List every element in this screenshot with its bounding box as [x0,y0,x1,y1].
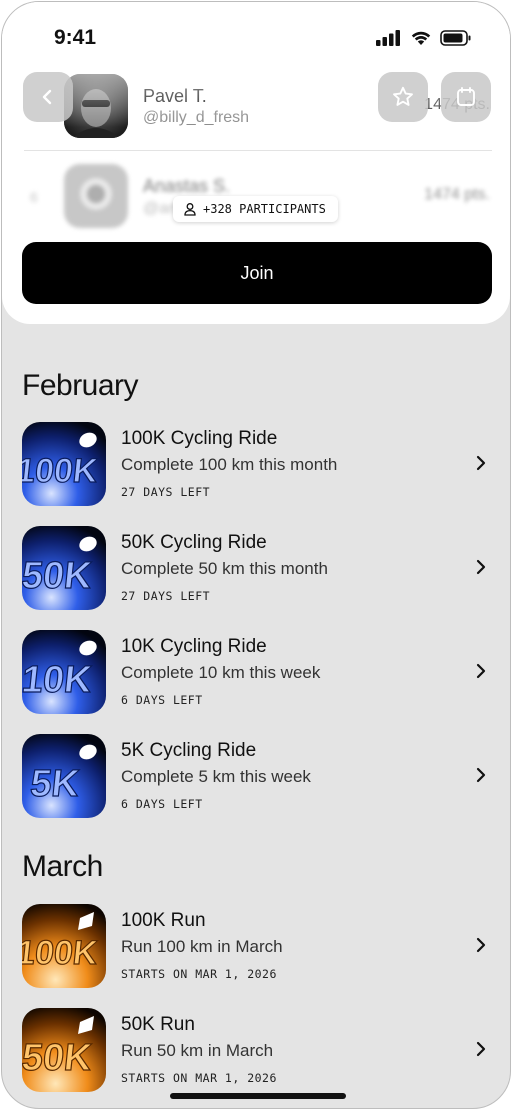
challenge-subtitle: Run 50 km in March [121,1041,274,1060]
challenge-title: 100K Cycling Ride [121,428,278,449]
status-bar: 9:41 [2,26,510,54]
challenge-meta: 6 DAYS LEFT [121,693,203,707]
participant-points: 1474 pts. [424,186,490,203]
challenge-item[interactable]: 100K 100K Cycling Ride Complete 100 km t… [2,422,510,510]
challenge-title: 50K Cycling Ride [121,532,267,553]
status-icons [376,30,472,46]
challenge-meta: STARTS ON MAR 1, 2026 [121,967,277,981]
chevron-right-icon [476,663,486,679]
challenge-item[interactable]: 10K 10K Cycling Ride Complete 10 km this… [2,630,510,718]
chevron-left-icon [42,89,52,105]
chevron-right-icon [476,937,486,953]
challenge-meta: 27 DAYS LEFT [121,589,211,603]
challenge-item[interactable]: 5K 5K Cycling Ride Complete 5 km this we… [2,734,510,822]
challenge-item[interactable]: 50K 50K Cycling Ride Complete 50 km this… [2,526,510,614]
participant-rank: 6 [30,189,38,205]
challenge-title: 5K Cycling Ride [121,740,257,761]
favorite-button[interactable] [378,72,428,122]
challenge-title: 100K Run [121,910,206,931]
challenge-subtitle: Complete 50 km this month [121,559,328,578]
battery-icon [440,30,471,46]
challenge-item[interactable]: 100K 100K Run Run 100 km in March STARTS… [2,904,510,992]
chevron-right-icon [476,767,486,783]
badge-text: 10K [22,659,94,701]
participant-name: Pavel T. [143,86,207,106]
participants-chip[interactable]: +328 PARTICIPANTS [173,196,338,222]
user-icon [184,203,196,216]
section-title: March [22,850,103,883]
badge-text: 50K [22,1037,94,1079]
challenge-meta: STARTS ON MAR 1, 2026 [121,1071,277,1085]
leaderboard-card: Pavel T. @billy_d_fresh 1474 pts. 6 Anas… [2,2,510,324]
challenge-subtitle: Complete 100 km this month [121,455,338,474]
participants-label: +328 PARTICIPANTS [203,202,326,216]
challenge-subtitle: Complete 5 km this week [121,767,311,786]
challenge-subtitle: Complete 10 km this week [121,663,321,682]
challenge-title: 50K Run [121,1014,195,1035]
badge-text: 5K [28,763,81,805]
challenge-badge: 100K [22,904,106,988]
challenge-title: 10K Cycling Ride [121,636,267,657]
join-button[interactable]: Join [22,242,492,304]
badge-text: 50K [22,555,94,597]
back-button[interactable] [23,72,73,122]
leaderboard-row[interactable]: Pavel T. @billy_d_fresh 1474 pts. [2,72,510,142]
participant-name: Anastas S. [143,176,231,196]
challenge-badge: 100K [22,422,106,506]
challenge-meta: 6 DAYS LEFT [121,797,203,811]
divider [24,150,492,151]
section-title: February [22,369,139,402]
chevron-right-icon [476,455,486,471]
challenge-subtitle: Run 100 km in March [121,937,283,956]
calendar-icon [457,87,475,106]
challenge-badge: 50K [22,1008,106,1092]
challenge-meta: 27 DAYS LEFT [121,485,211,499]
badge-text: 100K [22,452,100,490]
status-time: 9:41 [54,26,97,49]
badge-text: 100K [22,934,100,972]
home-indicator[interactable] [170,1093,346,1099]
phone-screen: Pavel T. @billy_d_fresh 1474 pts. 6 Anas… [1,1,511,1109]
signal-icon [376,30,400,46]
challenge-badge: 10K [22,630,106,714]
challenge-item[interactable]: 50K 50K Run Run 50 km in March STARTS ON… [2,1008,510,1096]
participant-handle: @billy_d_fresh [143,109,250,126]
wifi-icon [411,31,431,45]
chevron-right-icon [476,559,486,575]
avatar [64,74,128,138]
calendar-button[interactable] [441,72,491,122]
avatar [64,164,128,228]
chevron-right-icon [476,1041,486,1057]
challenge-badge: 50K [22,526,106,610]
challenge-badge: 5K [22,734,106,818]
star-icon [393,86,413,106]
